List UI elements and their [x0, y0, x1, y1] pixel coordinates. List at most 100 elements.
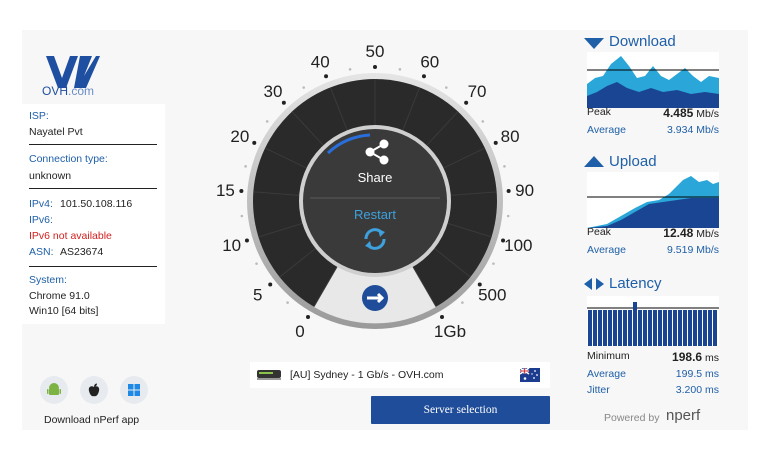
connection-info-card: ISP: Nayatel Pvt Connection type: unknow… [22, 104, 165, 324]
latency-bar [598, 310, 602, 346]
gauge-minor-tick [244, 165, 247, 168]
gauge-minor-tick [481, 120, 485, 123]
gauge-major-tick [281, 100, 286, 105]
gauge-scale-label: 0 [295, 322, 304, 341]
gauge-major-tick [477, 282, 482, 287]
latency-bar [593, 310, 597, 346]
gauge-major-tick [506, 188, 511, 193]
gauge-major-tick [501, 238, 506, 243]
latency-bar [638, 310, 642, 346]
ipv6-value: IPv6 not available [29, 230, 112, 242]
latency-bar [658, 310, 662, 346]
download-title: Download [609, 33, 676, 50]
latency-bar [683, 310, 687, 346]
system-os: Win10 [64 bits] [29, 305, 99, 317]
isp-value: Nayatel Pvt [29, 126, 83, 138]
latency-average-value: 199.5 ms [675, 368, 719, 380]
latency-bar [618, 310, 622, 346]
gauge-minor-tick [286, 301, 289, 304]
gauge-minor-tick [506, 214, 510, 218]
latency-minimum-label: Minimum [587, 350, 630, 362]
gauge-scale-label: 90 [515, 181, 534, 200]
gauge-major-tick [421, 74, 426, 79]
server-bar[interactable]: [AU] Sydney - 1 Gb/s - OVH.com [250, 362, 550, 388]
latency-bar [588, 310, 592, 346]
latency-section: Latency Minimum 198.6 ms Average 199.5 m… [583, 274, 719, 404]
upload-section: Upload Peak 12.48 Mb/s Average 9.519 Mb/… [583, 152, 719, 262]
download-average-label: Average [587, 124, 626, 136]
upload-arrow-icon [584, 156, 604, 167]
gauge-minor-tick [461, 301, 464, 304]
gauge-scale-label: 15 [216, 181, 235, 200]
latency-minimum-unit: ms [705, 352, 719, 364]
latency-bar [703, 310, 707, 346]
gauge-scale-label: 100 [504, 236, 532, 255]
download-average-value: 3.934 Mb/s [667, 124, 719, 136]
download-peak-unit: Mb/s [696, 108, 719, 120]
latency-bar [708, 310, 712, 346]
latency-bar [608, 310, 612, 346]
latency-bar [668, 310, 672, 346]
gauge-major-tick [252, 140, 257, 145]
restart-label[interactable]: Restart [354, 207, 396, 222]
gauge-minor-tick [503, 165, 506, 168]
gauge-scale-label: 500 [478, 286, 506, 305]
gauge-major-tick [464, 100, 469, 105]
latency-average-label: Average [587, 368, 626, 380]
latency-bar [693, 310, 697, 346]
gauge-minor-tick [492, 262, 495, 265]
download-arrow-icon [584, 38, 604, 49]
upload-peak-value: 12.48 [663, 226, 694, 240]
latency-minimum-value: 198.6 [672, 350, 703, 364]
share-label[interactable]: Share [358, 170, 393, 185]
system-browser: Chrome 91.0 [29, 290, 90, 302]
gauge-minor-tick [255, 262, 258, 265]
gauge-scale-label: 70 [468, 82, 487, 101]
gauge-scale-label: 40 [311, 52, 330, 71]
speed-gauge: Share Restart 0 5 10 15 20 30 40 50 60 70 80 90 100 5… [216, 42, 534, 341]
latency-title: Latency [609, 275, 662, 292]
upload-title: Upload [609, 153, 657, 170]
divider [29, 188, 157, 189]
apple-icon[interactable] [80, 376, 108, 404]
divider [29, 144, 157, 145]
latency-bar [673, 310, 677, 346]
android-icon[interactable] [40, 376, 68, 404]
latency-bar [648, 310, 652, 346]
ipv4-value: 101.50.108.116 [60, 198, 133, 210]
connection-type-label: Connection type: [29, 153, 108, 165]
isp-label: ISP: [29, 110, 49, 122]
gauge-scale-label: 10 [222, 236, 241, 255]
latency-bar [633, 302, 637, 346]
connection-type-value: unknown [29, 170, 72, 182]
divider [29, 266, 157, 267]
windows-icon[interactable] [120, 376, 148, 404]
server-icon [257, 370, 281, 380]
server-text: [AU] Sydney - 1 Gb/s - OVH.com [290, 369, 444, 381]
gauge-major-tick [373, 65, 377, 69]
gauge-major-tick [244, 238, 249, 243]
latency-bar [713, 310, 717, 346]
gauge-minor-tick [348, 68, 352, 71]
gauge-major-tick [239, 188, 244, 193]
server-selection-button[interactable]: Server selection [371, 396, 550, 424]
latency-bar [623, 310, 627, 346]
latency-jitter-value: 3.200 ms [675, 384, 719, 396]
powered-by-label: Powered by [604, 412, 660, 424]
download-section: Download Peak 4.485 Mb/s Average 3.934 M… [583, 32, 719, 142]
upload-average-value: 9.519 Mb/s [667, 244, 719, 256]
gauge-major-tick [324, 74, 329, 79]
gauge-minor-tick [302, 86, 306, 89]
gauge-scale-label: 50 [366, 42, 385, 61]
gauge-major-tick [440, 315, 444, 320]
latency-bar [613, 310, 617, 346]
gauge-scale-label: 80 [501, 127, 520, 146]
nperf-logo[interactable]: nperf [666, 407, 700, 424]
asn-label: ASN: [29, 246, 54, 258]
latency-bar [628, 310, 632, 346]
latency-bar [603, 310, 607, 346]
gauge-scale-label: 20 [230, 127, 249, 146]
latency-graph [587, 296, 719, 346]
latency-bar [688, 310, 692, 346]
download-graph [587, 52, 719, 108]
